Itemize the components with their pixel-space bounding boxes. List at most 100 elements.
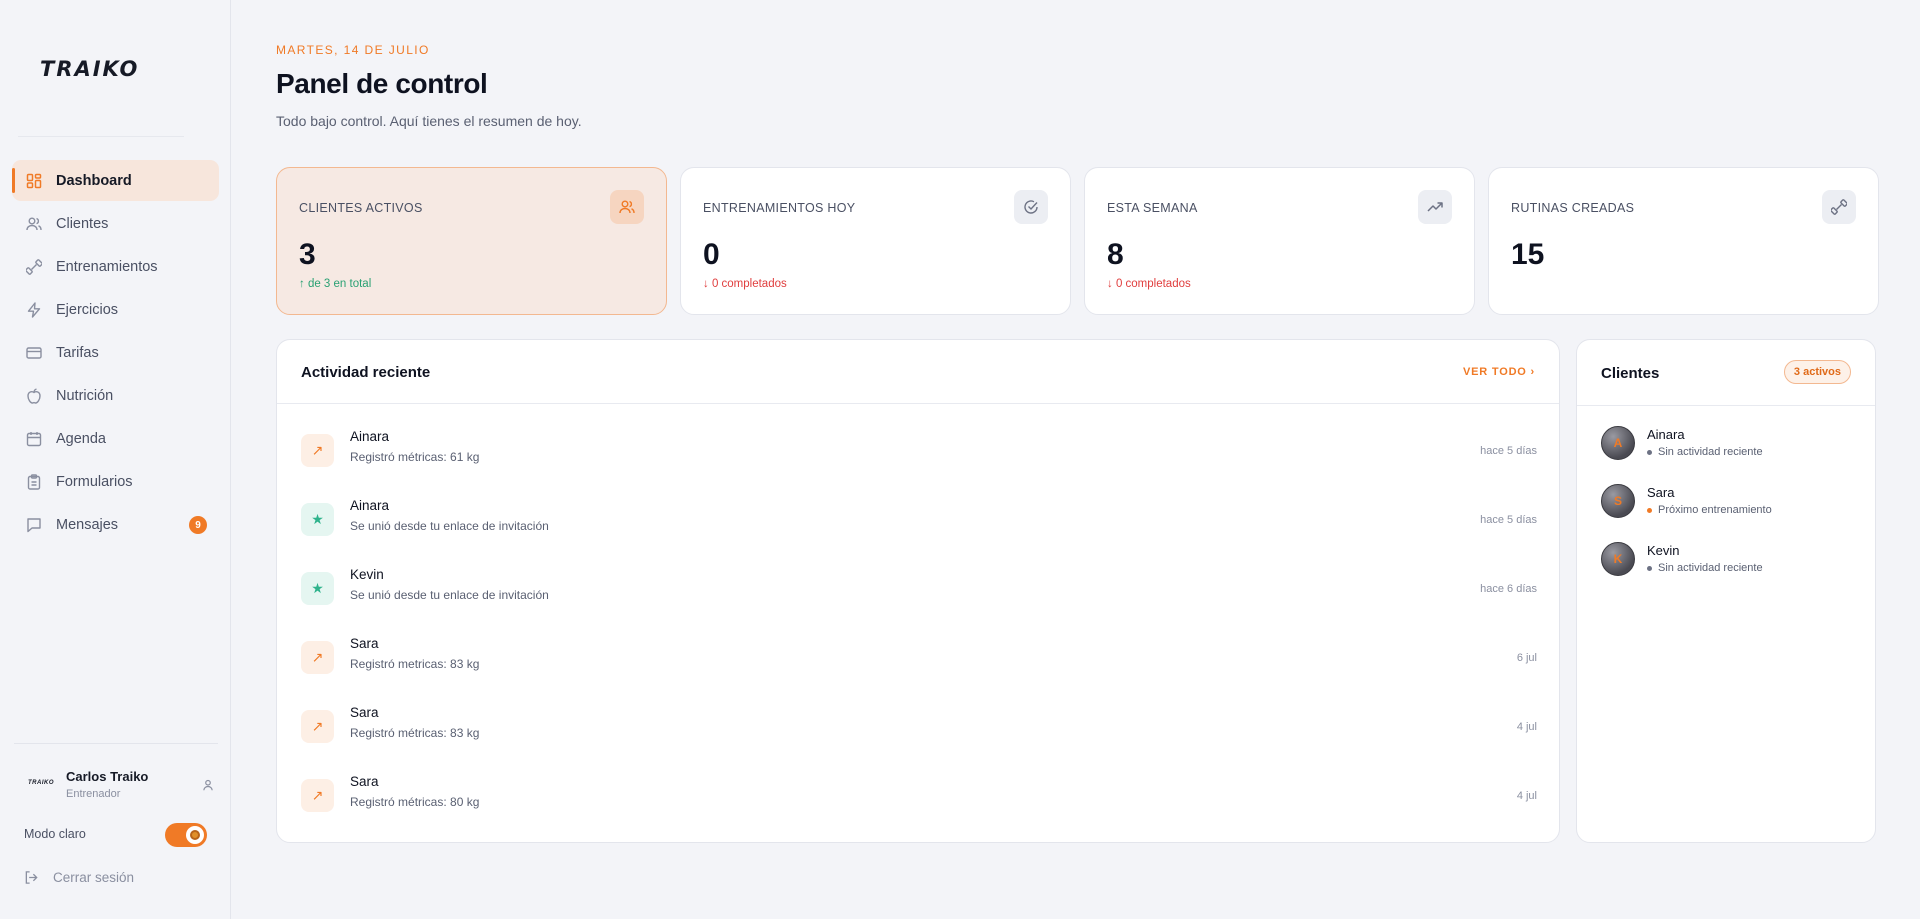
activity-row[interactable]: ★ Ainara Se unió desde tu enlace de invi… — [301, 493, 1537, 553]
activity-description: Registró métricas: 80 kg — [350, 795, 480, 809]
star-icon: ★ — [301, 572, 334, 605]
sidebar-item-entrenamientos[interactable]: Entrenamientos — [12, 246, 219, 287]
panel-header: Actividad reciente VER TODO › — [277, 340, 1559, 404]
stat-value: 0 — [703, 238, 720, 271]
sidebar-item-label: Ejercicios — [56, 301, 119, 318]
dumbbell-icon — [26, 258, 42, 275]
divider — [18, 136, 184, 137]
view-all-label: VER TODO — [1463, 366, 1527, 378]
theme-mode-label: Modo claro — [24, 827, 86, 841]
panel-title: Actividad reciente — [301, 364, 431, 381]
stat-card-clientes-activos[interactable]: CLIENTES ACTIVOS 3 ↑ de 3 en total — [276, 167, 667, 315]
sidebar-item-label: Entrenamientos — [56, 258, 158, 275]
activity-client-name: Sara — [350, 636, 379, 651]
star-icon: ★ — [301, 503, 334, 536]
client-status: Sin actividad reciente — [1647, 446, 1763, 458]
activity-description: Registró metricas: 83 kg — [350, 657, 480, 671]
client-item[interactable]: S Sara Próximo entrenamiento — [1601, 484, 1851, 524]
arrow-icon: ↗ — [301, 641, 334, 674]
sidebar-item-dashboard[interactable]: Dashboard — [12, 160, 219, 201]
message-icon — [26, 517, 42, 533]
arrow-icon: ↗ — [301, 434, 334, 467]
bolt-icon — [26, 301, 42, 318]
client-item[interactable]: K Kevin Sin actividad reciente — [1601, 542, 1851, 582]
sidebar-item-ejercicios[interactable]: Ejercicios — [12, 289, 219, 330]
activity-client-name: Ainara — [350, 498, 390, 513]
activity-client-name: Sara — [350, 774, 379, 789]
credit-card-icon — [26, 345, 42, 361]
apple-icon — [26, 387, 42, 404]
user-name: Carlos Traiko — [66, 769, 149, 784]
sidebar-item-label: Clientes — [56, 215, 109, 232]
toggle-knob — [186, 826, 204, 844]
activity-description: Se unió desde tu enlace de invitación — [350, 519, 549, 533]
sidebar-item-clientes[interactable]: Clientes — [12, 203, 219, 244]
clipboard-icon — [26, 473, 42, 490]
sidebar-item-label: Mensajes — [56, 516, 119, 533]
status-dot — [1647, 507, 1652, 513]
sun-icon — [190, 830, 200, 840]
check-circle-icon — [1014, 190, 1048, 224]
divider — [14, 743, 218, 744]
user-logo: TRAIKO — [28, 780, 54, 786]
client-name: Ainara — [1647, 427, 1685, 442]
arrow-icon: ↗ — [301, 710, 334, 743]
page-subtitle: Todo bajo control. Aquí tienes el resume… — [276, 113, 582, 129]
sidebar-item-label: Dashboard — [56, 172, 132, 189]
stat-value: 8 — [1107, 238, 1124, 271]
stat-note: ↑ de 3 en total — [299, 278, 372, 290]
stat-note: ↓ 0 completados — [1107, 278, 1191, 290]
client-status-text: Próximo entrenamiento — [1658, 504, 1772, 516]
activity-row[interactable]: ↗ Sara Registró métricas: 80 kg 4 jul — [301, 769, 1537, 829]
stat-card-rutinas-creadas[interactable]: RUTINAS CREADAS 15 — [1488, 167, 1879, 315]
activity-row[interactable]: ↗ Sara Registró métricas: 83 kg 4 jul — [301, 700, 1537, 760]
arrow-icon: ↗ — [301, 779, 334, 812]
client-item[interactable]: A Ainara Sin actividad reciente — [1601, 426, 1851, 466]
activity-client-name: Ainara — [350, 429, 390, 444]
activity-time: hace 6 días — [1480, 583, 1537, 595]
view-all-link[interactable]: VER TODO › — [1463, 366, 1535, 378]
sidebar-item-label: Agenda — [56, 430, 106, 447]
activity-time: 4 jul — [1516, 790, 1537, 802]
stat-card-esta-semana[interactable]: ESTA SEMANA 8 ↓ 0 completados — [1084, 167, 1475, 315]
logo[interactable]: TRAIKO — [40, 57, 139, 81]
activity-row[interactable]: ↗ Ainara Registró métricas: 61 kg hace 5… — [301, 424, 1537, 484]
users-icon — [26, 216, 42, 232]
activity-description: Registró métricas: 61 kg — [350, 450, 480, 464]
panel-title: Clientes — [1601, 365, 1660, 382]
sidebar-item-mensajes[interactable]: Mensajes 9 — [12, 504, 219, 545]
person-icon[interactable] — [202, 778, 214, 796]
client-status: Próximo entrenamiento — [1647, 504, 1772, 516]
sidebar-item-formularios[interactable]: Formularios — [12, 461, 219, 502]
activity-description: Se unió desde tu enlace de invitación — [350, 588, 549, 602]
user-profile[interactable]: TRAIKO Carlos Traiko Entrenador — [24, 769, 214, 803]
status-dot — [1647, 449, 1652, 455]
grid-icon — [26, 173, 42, 189]
avatar: A — [1601, 426, 1635, 460]
theme-toggle[interactable] — [165, 823, 207, 847]
stat-value: 3 — [299, 238, 316, 271]
activity-time: 6 jul — [1516, 652, 1537, 664]
activity-row[interactable]: ↗ Sara Registró metricas: 83 kg 6 jul — [301, 631, 1537, 691]
logout-button[interactable]: Cerrar sesión — [24, 870, 134, 885]
client-status-text: Sin actividad reciente — [1658, 446, 1763, 458]
client-status-text: Sin actividad reciente — [1658, 562, 1763, 574]
current-date: MARTES, 14 DE JULIO — [276, 43, 430, 57]
client-name: Sara — [1647, 485, 1675, 500]
users-icon — [610, 190, 644, 224]
sidebar-item-nutricion[interactable]: Nutrición — [12, 375, 219, 416]
page-title: Panel de control — [276, 68, 488, 99]
status-dot — [1647, 565, 1652, 571]
sidebar-nav: Dashboard Clientes Entrenamientos Ejerci… — [12, 160, 219, 547]
clients-panel: Clientes 3 activos A Ainara Sin activida… — [1576, 339, 1876, 843]
stat-note: ↓ 0 completados — [703, 278, 787, 290]
stat-card-entrenamientos-hoy[interactable]: ENTRENAMIENTOS HOY 0 ↓ 0 completados — [680, 167, 1071, 315]
activity-row[interactable]: ★ Kevin Se unió desde tu enlace de invit… — [301, 562, 1537, 622]
stat-label: ENTRENAMIENTOS HOY — [703, 201, 856, 215]
stat-value: 15 — [1511, 238, 1545, 271]
activity-time: hace 5 días — [1480, 514, 1537, 526]
active-count-badge: 3 activos — [1783, 360, 1851, 384]
sidebar-item-agenda[interactable]: Agenda — [12, 418, 219, 459]
sidebar-item-tarifas[interactable]: Tarifas — [12, 332, 219, 373]
avatar: K — [1601, 542, 1635, 576]
